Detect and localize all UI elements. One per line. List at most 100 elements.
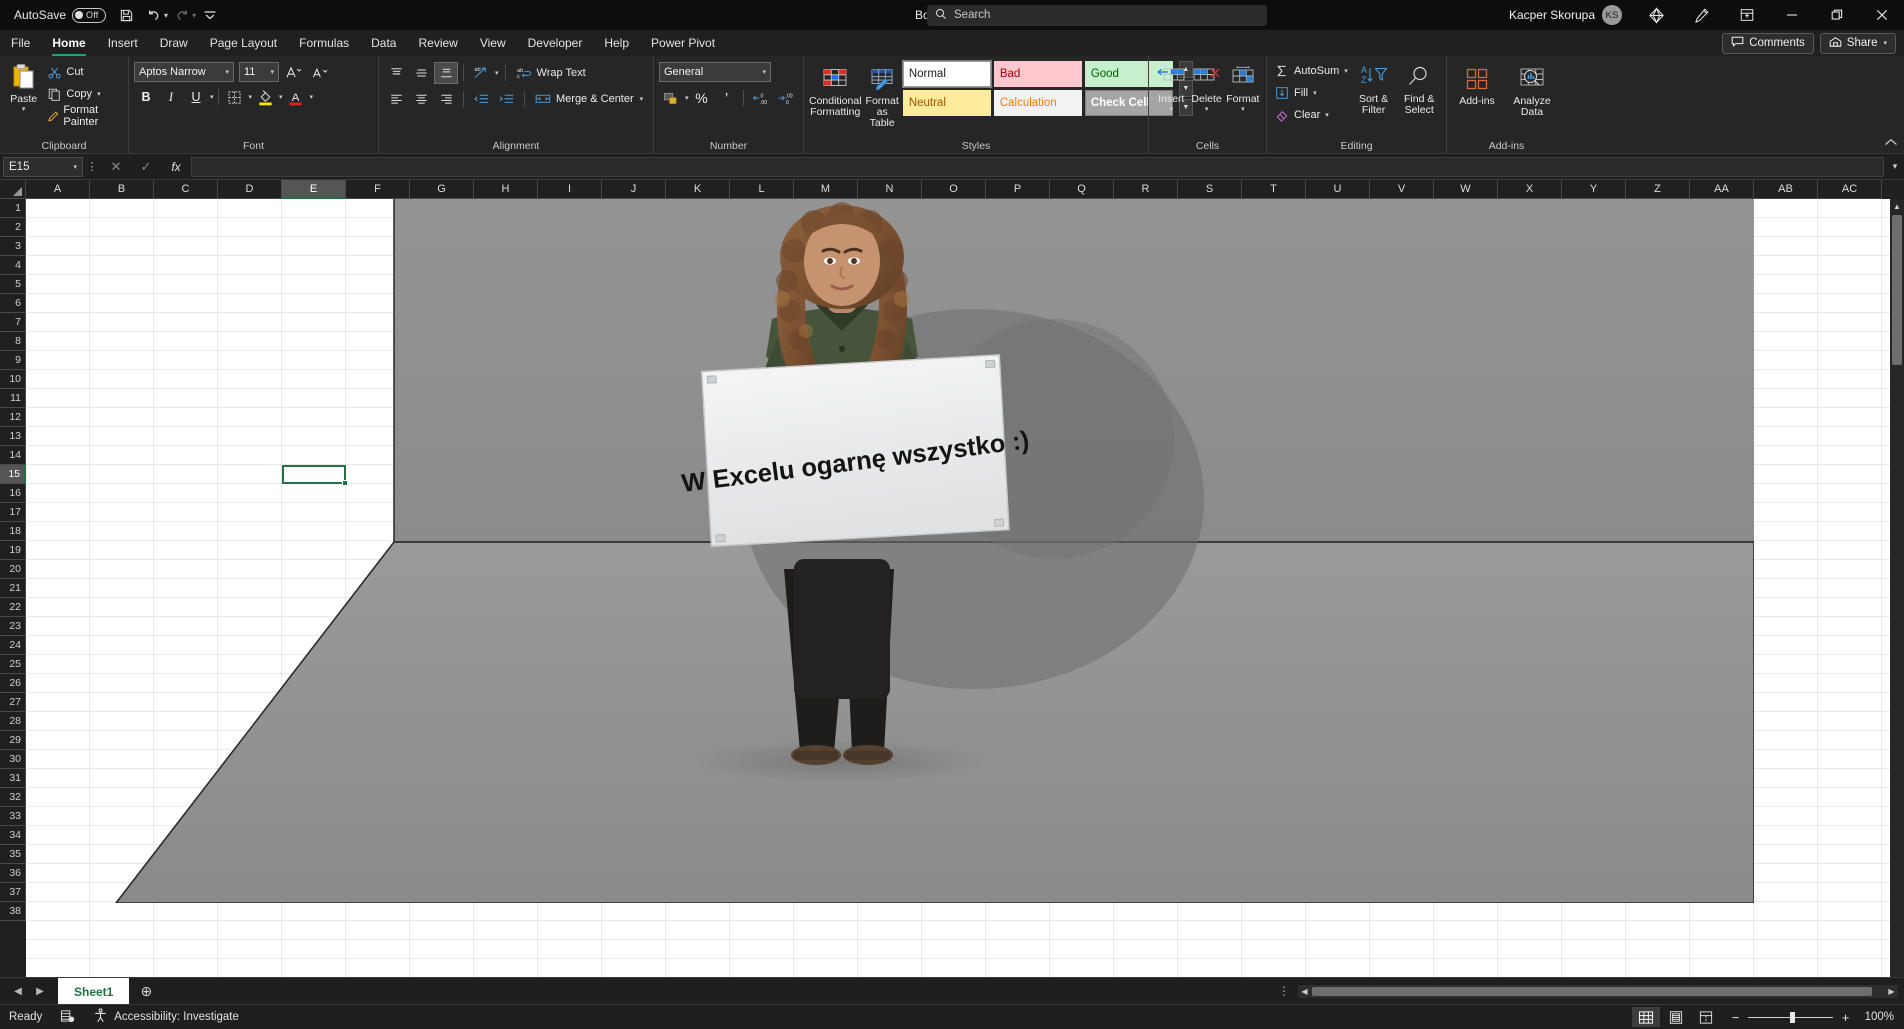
column-header-Q[interactable]: Q [1050,180,1114,199]
column-header-D[interactable]: D [218,180,282,199]
row-header-26[interactable]: 26 [0,674,26,693]
row-header-5[interactable]: 5 [0,275,26,294]
chevron-down-icon[interactable]: ▾ [1883,39,1887,47]
column-header-X[interactable]: X [1498,180,1562,199]
decrease-indent-icon[interactable] [469,88,493,110]
column-header-E[interactable]: E [282,180,346,199]
column-header-H[interactable]: H [474,180,538,199]
chevron-down-icon[interactable]: ▾ [1241,106,1245,113]
column-header-I[interactable]: I [538,180,602,199]
chevron-down-icon[interactable]: ▾ [22,106,26,113]
chevron-down-icon[interactable]: ▾ [762,68,766,76]
zoom-out-button[interactable]: − [1730,1010,1741,1025]
row-header-13[interactable]: 13 [0,427,26,446]
row-header-16[interactable]: 16 [0,484,26,503]
align-middle-icon[interactable] [409,62,433,84]
column-header-A[interactable]: A [26,180,90,199]
copy-button[interactable]: Copy ▾ [44,83,123,105]
cut-button[interactable]: Cut [44,61,123,83]
align-left-icon[interactable] [384,88,408,110]
increase-decimal-icon[interactable]: 0 .00 [748,87,772,109]
column-header-U[interactable]: U [1306,180,1370,199]
column-header-K[interactable]: K [666,180,730,199]
increase-font-size-icon[interactable] [281,61,305,83]
row-header-12[interactable]: 12 [0,408,26,427]
tab-view[interactable]: View [469,30,517,56]
tab-developer[interactable]: Developer [517,30,594,56]
zoom-slider-thumb[interactable] [1790,1011,1795,1023]
chevron-down-icon[interactable]: ▾ [249,93,253,101]
add-sheet-icon[interactable]: ⊕ [129,983,163,1000]
row-header-28[interactable]: 28 [0,712,26,731]
name-box-options-icon[interactable]: ⋮ [83,160,101,173]
column-header-P[interactable]: P [986,180,1050,199]
column-header-W[interactable]: W [1434,180,1498,199]
column-header-T[interactable]: T [1242,180,1306,199]
row-header-23[interactable]: 23 [0,617,26,636]
borders-icon[interactable] [223,86,247,108]
cancel-icon[interactable]: ✕ [101,159,131,175]
row-header-33[interactable]: 33 [0,807,26,826]
align-center-icon[interactable] [409,88,433,110]
page-break-preview-button[interactable] [1692,1007,1720,1027]
chevron-down-icon[interactable]: ▾ [1325,111,1329,119]
tab-data[interactable]: Data [360,30,407,56]
column-header-AA[interactable]: AA [1690,180,1754,199]
chevron-down-icon[interactable]: ▾ [210,93,214,101]
tab-home[interactable]: Home [41,30,96,56]
confirm-icon[interactable]: ✓ [131,159,161,175]
row-header-29[interactable]: 29 [0,731,26,750]
decrease-decimal-icon[interactable]: .00 0 [773,87,797,109]
row-header-3[interactable]: 3 [0,237,26,256]
row-header-27[interactable]: 27 [0,693,26,712]
tab-formulas[interactable]: Formulas [288,30,360,56]
avatar[interactable]: KS [1602,5,1622,25]
increase-indent-icon[interactable] [494,88,518,110]
italic-button[interactable]: I [159,86,183,108]
column-header-AC[interactable]: AC [1818,180,1882,199]
chevron-down-icon[interactable]: ▾ [73,163,77,171]
row-header-4[interactable]: 4 [0,256,26,275]
row-header-19[interactable]: 19 [0,541,26,560]
addins-button[interactable]: Add-ins [1452,61,1502,107]
chevron-down-icon[interactable]: ▾ [225,68,229,76]
row-header-9[interactable]: 9 [0,351,26,370]
fill-color-icon[interactable] [253,86,277,108]
style-neutral[interactable]: Neutral [902,90,991,116]
number-format-select[interactable]: General ▾ [659,62,771,82]
paste-button[interactable]: Paste ▾ [5,59,42,113]
format-as-table-button[interactable]: Format as Table [866,61,899,129]
pen-annotation-icon[interactable] [1679,0,1724,30]
collapse-ribbon-icon[interactable] [1884,138,1898,150]
style-bad[interactable]: Bad [993,61,1082,87]
chevron-down-icon[interactable]: ▾ [685,94,689,102]
align-top-icon[interactable] [384,62,408,84]
scroll-up-icon[interactable]: ▲ [1890,199,1904,213]
text-orientation-icon[interactable]: ab [469,62,493,84]
accessibility-button[interactable]: Accessibility: Investigate [84,1008,248,1026]
row-header-21[interactable]: 21 [0,579,26,598]
style-normal[interactable]: Normal [901,60,992,88]
chevron-down-icon[interactable]: ▾ [1205,106,1209,113]
row-header-31[interactable]: 31 [0,769,26,788]
chevron-down-icon[interactable]: ▾ [310,93,314,101]
microsoft-365-diamond-icon[interactable] [1634,0,1679,30]
row-header-1[interactable]: 1 [0,199,26,218]
tab-power-pivot[interactable]: Power Pivot [640,30,726,56]
row-header-2[interactable]: 2 [0,218,26,237]
autosum-button[interactable]: AutoSum ▾ [1272,60,1350,82]
sheet-tab-sheet1[interactable]: Sheet1 [58,977,130,1005]
chevron-down-icon[interactable]: ▾ [495,69,499,77]
align-right-icon[interactable] [434,88,458,110]
underline-button[interactable]: U [184,86,208,108]
column-header-S[interactable]: S [1178,180,1242,199]
restore-icon[interactable] [1814,0,1859,30]
bold-button[interactable]: B [134,86,158,108]
scroll-right-icon[interactable]: ▶ [1885,987,1898,996]
row-header-10[interactable]: 10 [0,370,26,389]
column-header-O[interactable]: O [922,180,986,199]
column-header-AB[interactable]: AB [1754,180,1818,199]
comments-button[interactable]: Comments [1722,32,1814,54]
format-painter-button[interactable]: Format Painter [44,104,123,128]
row-header-15[interactable]: 15 [0,465,26,484]
